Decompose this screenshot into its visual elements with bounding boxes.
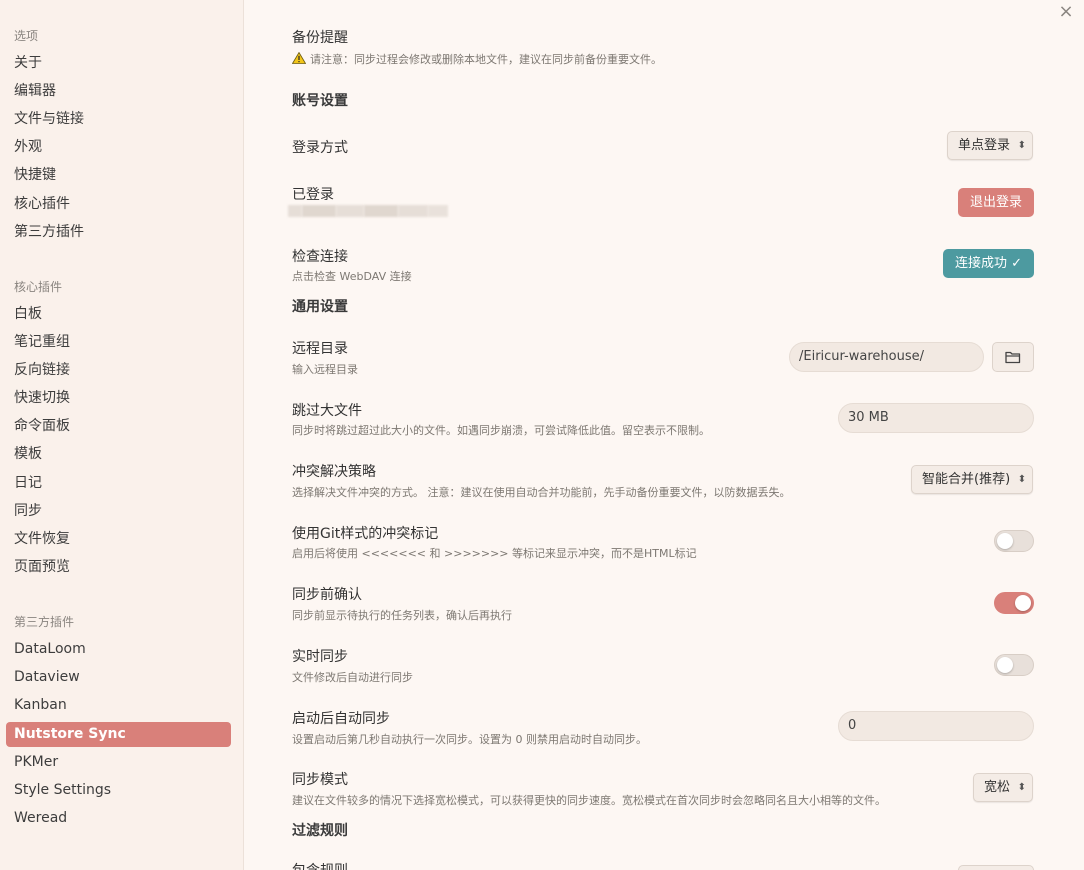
chevron-updown-icon: ⬍ bbox=[1017, 140, 1027, 151]
check-connection-button[interactable]: 连接成功 ✓ bbox=[943, 249, 1035, 278]
sidebar-item-page-preview[interactable]: 页面预览 bbox=[6, 555, 231, 580]
remote-dir-label: 远程目录 bbox=[292, 341, 348, 357]
sidebar-item-sync[interactable]: 同步 bbox=[6, 499, 231, 524]
sidebar-item-daily-notes[interactable]: 日记 bbox=[6, 471, 231, 496]
include-rules-label: 包含规则 bbox=[292, 860, 348, 870]
startup-sync-label: 启动后自动同步 bbox=[292, 711, 390, 727]
sync-mode-desc: 建议在文件较多的情况下选择宽松模式，可以获得更快的同步速度。宽松模式在首次同步时… bbox=[292, 794, 886, 807]
chevron-updown-icon: ⬍ bbox=[1017, 474, 1027, 485]
sidebar-item-templates[interactable]: 模板 bbox=[6, 442, 231, 467]
warning-icon bbox=[292, 52, 306, 64]
sidebar-item-pkmer[interactable]: PKMer bbox=[6, 750, 231, 775]
toggle-knob bbox=[997, 533, 1013, 549]
sidebar-item-weread[interactable]: Weread bbox=[6, 806, 231, 831]
settings-sidebar: 选项 关于 编辑器 文件与链接 外观 快捷键 核心插件 第三方插件 核心插件 白… bbox=[0, 0, 244, 870]
startup-sync-desc: 设置启动后第几秒自动执行一次同步。设置为 0 则禁用启动时自动同步。 bbox=[292, 733, 647, 746]
sidebar-item-canvas[interactable]: 白板 bbox=[6, 302, 231, 327]
conflict-strategy-desc: 选择解决文件冲突的方式。 注意：建议在使用自动合并功能前，先手动备份重要文件，以… bbox=[292, 486, 791, 499]
filter-rules-heading: 过滤规则 bbox=[292, 823, 348, 839]
check-connection-label: 检查连接 bbox=[292, 249, 348, 265]
remote-dir-desc: 输入远程目录 bbox=[292, 363, 358, 376]
blurred-username bbox=[288, 201, 448, 219]
settings-content: 备份提醒 请注意：同步过程会修改或删除本地文件，建议在同步前备份重要文件。 账号… bbox=[244, 0, 1084, 870]
sidebar-item-dataloom[interactable]: DataLoom bbox=[6, 637, 231, 662]
sidebar-item-appearance[interactable]: 外观 bbox=[6, 135, 231, 160]
sidebar-item-about[interactable]: 关于 bbox=[6, 51, 231, 76]
sidebar-section-core: 核心插件 bbox=[14, 280, 63, 294]
confirm-before-sync-label: 同步前确认 bbox=[292, 587, 362, 603]
sidebar-section-options: 选项 bbox=[14, 29, 39, 43]
chevron-updown-icon: ⬍ bbox=[1017, 782, 1027, 793]
sidebar-item-dataview[interactable]: Dataview bbox=[6, 665, 231, 690]
sidebar-item-style-settings[interactable]: Style Settings bbox=[6, 778, 231, 803]
account-settings-heading: 账号设置 bbox=[292, 93, 348, 109]
login-method-value: 单点登录 bbox=[958, 138, 1011, 153]
folder-icon bbox=[1005, 351, 1021, 364]
sidebar-item-file-recovery[interactable]: 文件恢复 bbox=[6, 527, 231, 552]
backup-warning: 请注意：同步过程会修改或删除本地文件，建议在同步前备份重要文件。 bbox=[292, 51, 662, 67]
realtime-sync-desc: 文件修改后自动进行同步 bbox=[292, 671, 413, 684]
sidebar-section-community: 第三方插件 bbox=[14, 615, 75, 629]
sidebar-item-files-links[interactable]: 文件与链接 bbox=[6, 107, 231, 132]
login-method-select[interactable]: 单点登录 ⬍ bbox=[947, 131, 1034, 160]
sidebar-item-community-plugins[interactable]: 第三方插件 bbox=[6, 220, 231, 245]
realtime-sync-toggle[interactable] bbox=[994, 654, 1034, 676]
include-rules-button[interactable] bbox=[958, 865, 1034, 870]
sidebar-item-command-palette[interactable]: 命令面板 bbox=[6, 414, 231, 439]
realtime-sync-label: 实时同步 bbox=[292, 649, 348, 665]
toggle-knob bbox=[1015, 595, 1031, 611]
sidebar-item-nutstore-sync[interactable]: Nutstore Sync bbox=[6, 722, 231, 747]
sidebar-item-backlinks[interactable]: 反向链接 bbox=[6, 358, 231, 383]
sync-mode-label: 同步模式 bbox=[292, 772, 348, 788]
sidebar-item-note-composer[interactable]: 笔记重组 bbox=[6, 330, 231, 355]
confirm-before-sync-toggle[interactable] bbox=[994, 592, 1034, 614]
git-markers-toggle[interactable] bbox=[994, 530, 1034, 552]
sidebar-item-core-plugins[interactable]: 核心插件 bbox=[6, 192, 231, 217]
sync-mode-value: 宽松 bbox=[984, 780, 1011, 795]
check-connection-desc: 点击检查 WebDAV 连接 bbox=[292, 270, 412, 283]
toggle-knob bbox=[997, 657, 1013, 673]
skip-large-files-label: 跳过大文件 bbox=[292, 403, 362, 419]
backup-warning-text: 请注意：同步过程会修改或删除本地文件，建议在同步前备份重要文件。 bbox=[310, 53, 662, 66]
sidebar-item-hotkeys[interactable]: 快捷键 bbox=[6, 163, 231, 188]
sidebar-item-editor[interactable]: 编辑器 bbox=[6, 79, 231, 104]
conflict-strategy-label: 冲突解决策略 bbox=[292, 464, 376, 480]
backup-reminder-title: 备份提醒 bbox=[292, 30, 348, 46]
remote-dir-input[interactable]: /Eiricur-warehouse/ bbox=[789, 342, 984, 372]
conflict-strategy-select[interactable]: 智能合并(推荐) ⬍ bbox=[911, 465, 1034, 494]
confirm-before-sync-desc: 同步前显示待执行的任务列表，确认后再执行 bbox=[292, 609, 512, 622]
skip-large-files-input[interactable]: 30 MB bbox=[838, 403, 1034, 433]
sync-mode-select[interactable]: 宽松 ⬍ bbox=[973, 773, 1034, 802]
login-method-label: 登录方式 bbox=[292, 140, 348, 156]
sidebar-item-quick-switcher[interactable]: 快速切换 bbox=[6, 386, 231, 411]
general-settings-heading: 通用设置 bbox=[292, 299, 348, 315]
git-markers-desc: 启用后将使用 <<<<<<< 和 >>>>>>> 等标记来显示冲突，而不是HTM… bbox=[292, 547, 697, 560]
folder-picker-button[interactable] bbox=[992, 342, 1034, 372]
conflict-strategy-value: 智能合并(推荐) bbox=[922, 472, 1011, 487]
skip-large-files-desc: 同步时将跳过超过此大小的文件。如遇同步崩溃，可尝试降低此值。留空表示不限制。 bbox=[292, 424, 710, 437]
git-markers-label: 使用Git样式的冲突标记 bbox=[292, 526, 439, 542]
logout-button[interactable]: 退出登录 bbox=[958, 188, 1035, 217]
startup-sync-input[interactable]: 0 bbox=[838, 711, 1034, 741]
sidebar-item-kanban[interactable]: Kanban bbox=[6, 693, 231, 718]
